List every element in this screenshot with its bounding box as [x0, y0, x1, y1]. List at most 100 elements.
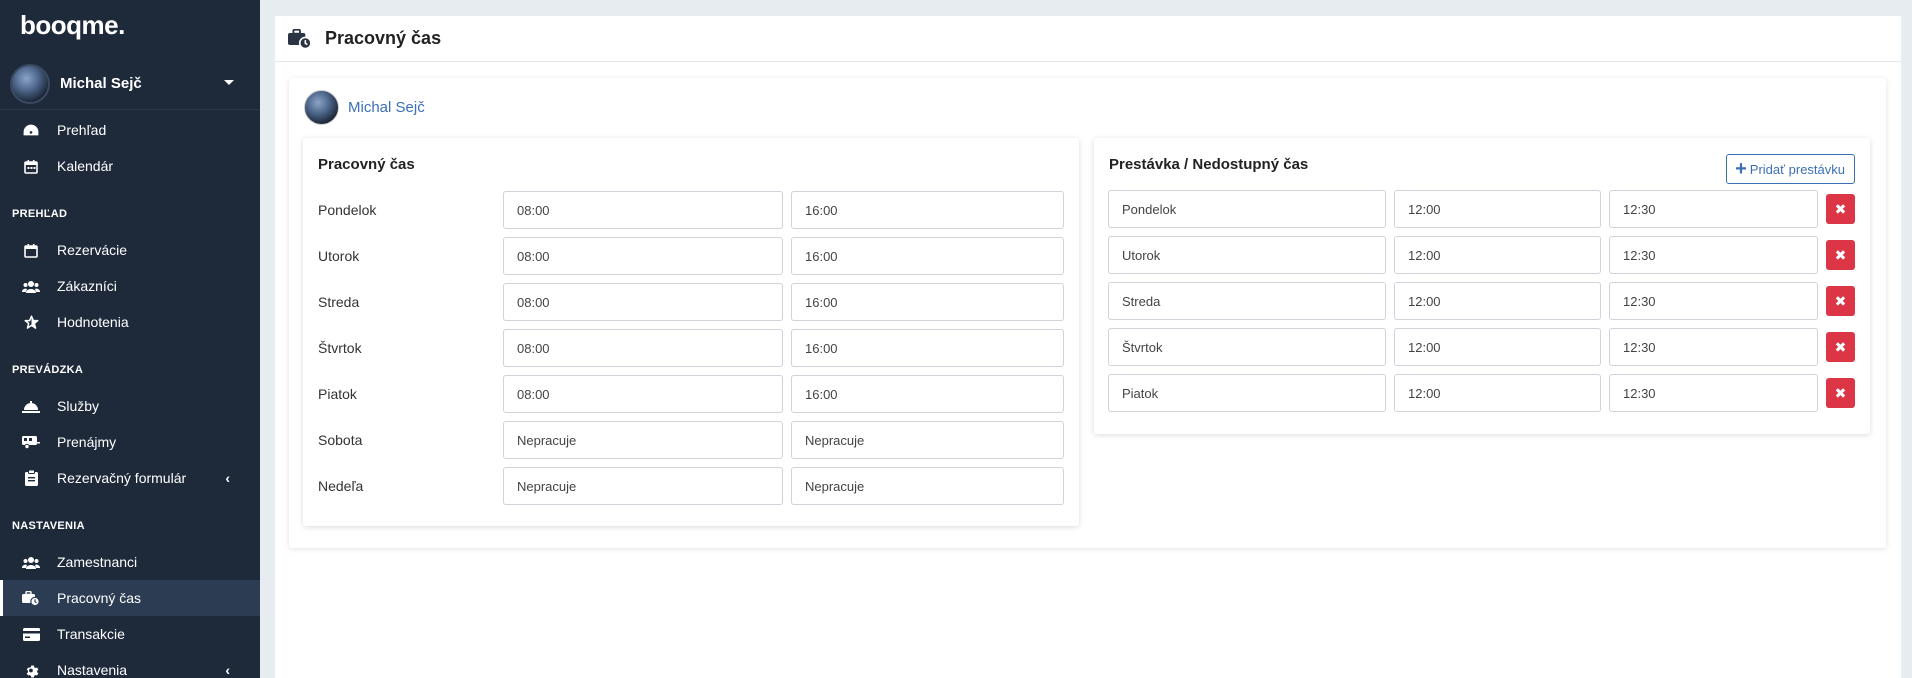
- start-time-field[interactable]: 08:00: [503, 375, 783, 413]
- break-start-field[interactable]: 12:00: [1394, 374, 1601, 412]
- start-time-field[interactable]: 08:00: [503, 283, 783, 321]
- briefcase-clock-icon: [287, 28, 313, 49]
- delete-break-button[interactable]: ✖: [1826, 332, 1855, 362]
- working-hours-card: Pracovný čas Pondelok 08:00 16:00 Utorok…: [303, 138, 1079, 526]
- briefcase-clock-icon: [22, 590, 40, 606]
- user-name: Michal Sejč: [60, 75, 142, 92]
- sidebar-item-prenajmy[interactable]: Prenájmy: [0, 424, 260, 460]
- break-day-select[interactable]: Pondelok: [1108, 190, 1386, 228]
- chevron-left-icon: ‹: [225, 470, 230, 486]
- add-break-label: Pridať prestávku: [1749, 161, 1845, 177]
- break-end-field[interactable]: 12:30: [1609, 282, 1818, 320]
- sidebar-item-label: Zamestnanci: [57, 554, 138, 570]
- break-end-field[interactable]: 12:30: [1609, 328, 1818, 366]
- section-label-prevadzka: PREVÁDZKA: [12, 364, 84, 376]
- end-time-field[interactable]: Nepracuje: [791, 467, 1064, 505]
- sidebar-item-rezervacny-formular[interactable]: Rezervačný formulár ‹: [0, 460, 260, 496]
- table-row: Utorok: [318, 237, 359, 275]
- table-row: Pondelok: [318, 191, 376, 229]
- bell-service-icon: [22, 400, 40, 413]
- break-day-select[interactable]: Štvrtok: [1108, 328, 1386, 366]
- sidebar-item-prehlad[interactable]: Prehľad: [0, 112, 260, 148]
- employee-name-link[interactable]: Michal Sejč: [348, 99, 425, 116]
- break-end-field[interactable]: 12:30: [1609, 236, 1818, 274]
- break-start-field[interactable]: 12:00: [1394, 328, 1601, 366]
- trailer-icon: [22, 435, 40, 449]
- star-icon: [22, 315, 40, 330]
- day-label: Sobota: [318, 432, 363, 448]
- gear-icon: [22, 663, 40, 678]
- start-time-field[interactable]: Nepracuje: [503, 467, 783, 505]
- sidebar-item-sluzby[interactable]: Služby: [0, 388, 260, 424]
- break-start-field[interactable]: 12:00: [1394, 282, 1601, 320]
- employee-header: Michal Sejč: [304, 90, 425, 125]
- table-row: Sobota: [318, 421, 362, 459]
- sidebar-item-transakcie[interactable]: Transakcie: [0, 616, 260, 652]
- delete-break-button[interactable]: ✖: [1826, 378, 1855, 408]
- calendar-icon: [22, 159, 40, 174]
- end-time-field[interactable]: 16:00: [791, 283, 1064, 321]
- end-time-field[interactable]: 16:00: [791, 375, 1064, 413]
- sidebar-item-label: Služby: [57, 398, 100, 414]
- breaks-card: Prestávka / Nedostupný čas + Pridať pres…: [1094, 138, 1870, 434]
- break-start-field[interactable]: 12:00: [1394, 236, 1601, 274]
- table-row: Streda: [318, 283, 359, 321]
- user-menu[interactable]: Michal Sejč: [0, 58, 260, 110]
- break-day-select[interactable]: Utorok: [1108, 236, 1386, 274]
- day-label: Streda: [318, 294, 360, 310]
- end-time-field[interactable]: 16:00: [791, 237, 1064, 275]
- break-end-field[interactable]: 12:30: [1609, 374, 1818, 412]
- day-label: Štvrtok: [318, 340, 362, 356]
- users-icon: [22, 556, 40, 569]
- users-icon: [22, 280, 40, 293]
- break-day-select[interactable]: Piatok: [1108, 374, 1386, 412]
- credit-card-icon: [22, 627, 40, 641]
- sidebar-item-label: Hodnotenia: [57, 314, 129, 330]
- start-time-field[interactable]: 08:00: [503, 191, 783, 229]
- close-icon: ✖: [1834, 338, 1847, 355]
- sidebar-item-label: Prenájmy: [57, 434, 117, 450]
- section-label-nastavenia: NASTAVENIA: [12, 520, 85, 532]
- end-time-field[interactable]: 16:00: [791, 329, 1064, 367]
- sidebar-item-label: Pracovný čas: [57, 590, 142, 606]
- calendar-blank-icon: [22, 243, 40, 258]
- table-row: Piatok: [318, 375, 357, 413]
- sidebar-item-label: Zákazníci: [57, 278, 117, 294]
- sidebar-item-label: Rezervácie: [57, 242, 128, 258]
- close-icon: ✖: [1834, 292, 1847, 309]
- close-icon: ✖: [1834, 384, 1847, 401]
- delete-break-button[interactable]: ✖: [1826, 286, 1855, 316]
- start-time-field[interactable]: 08:00: [503, 329, 783, 367]
- day-label: Piatok: [318, 386, 357, 402]
- sidebar-item-rezervacie[interactable]: Rezervácie: [0, 232, 260, 268]
- sidebar-item-nastavenia[interactable]: Nastavenia ‹: [0, 652, 260, 678]
- delete-break-button[interactable]: ✖: [1826, 194, 1855, 224]
- table-row: Nedeľa: [318, 467, 363, 505]
- close-icon: ✖: [1834, 200, 1847, 217]
- end-time-field[interactable]: 16:00: [791, 191, 1064, 229]
- sidebar-item-label: Rezervačný formulár: [57, 470, 187, 486]
- end-time-field[interactable]: Nepracuje: [791, 421, 1064, 459]
- app-logo[interactable]: booqme.: [20, 10, 125, 41]
- close-icon: ✖: [1834, 246, 1847, 263]
- start-time-field[interactable]: Nepracuje: [503, 421, 783, 459]
- sidebar-item-zamestnanci[interactable]: Zamestnanci: [0, 544, 260, 580]
- break-start-field[interactable]: 12:00: [1394, 190, 1601, 228]
- sidebar-item-pracovny-cas[interactable]: Pracovný čas: [0, 580, 260, 616]
- sidebar-item-hodnotenia[interactable]: Hodnotenia: [0, 304, 260, 340]
- form-icon: [22, 470, 40, 486]
- delete-break-button[interactable]: ✖: [1826, 240, 1855, 270]
- add-break-button[interactable]: + Pridať prestávku: [1726, 154, 1855, 184]
- page-title: Pracovný čas: [325, 28, 442, 48]
- sidebar-item-kalendar[interactable]: Kalendár: [0, 148, 260, 184]
- table-row: Štvrtok: [318, 329, 362, 367]
- break-end-field[interactable]: 12:30: [1609, 190, 1818, 228]
- avatar: [10, 63, 50, 104]
- sidebar-item-label: Prehľad: [57, 122, 107, 138]
- start-time-field[interactable]: 08:00: [503, 237, 783, 275]
- day-label: Pondelok: [318, 202, 377, 218]
- sidebar-item-label: Kalendár: [57, 158, 114, 174]
- break-day-select[interactable]: Streda: [1108, 282, 1386, 320]
- sidebar-item-zakaznici[interactable]: Zákazníci: [0, 268, 260, 304]
- caret-down-icon: [224, 80, 234, 85]
